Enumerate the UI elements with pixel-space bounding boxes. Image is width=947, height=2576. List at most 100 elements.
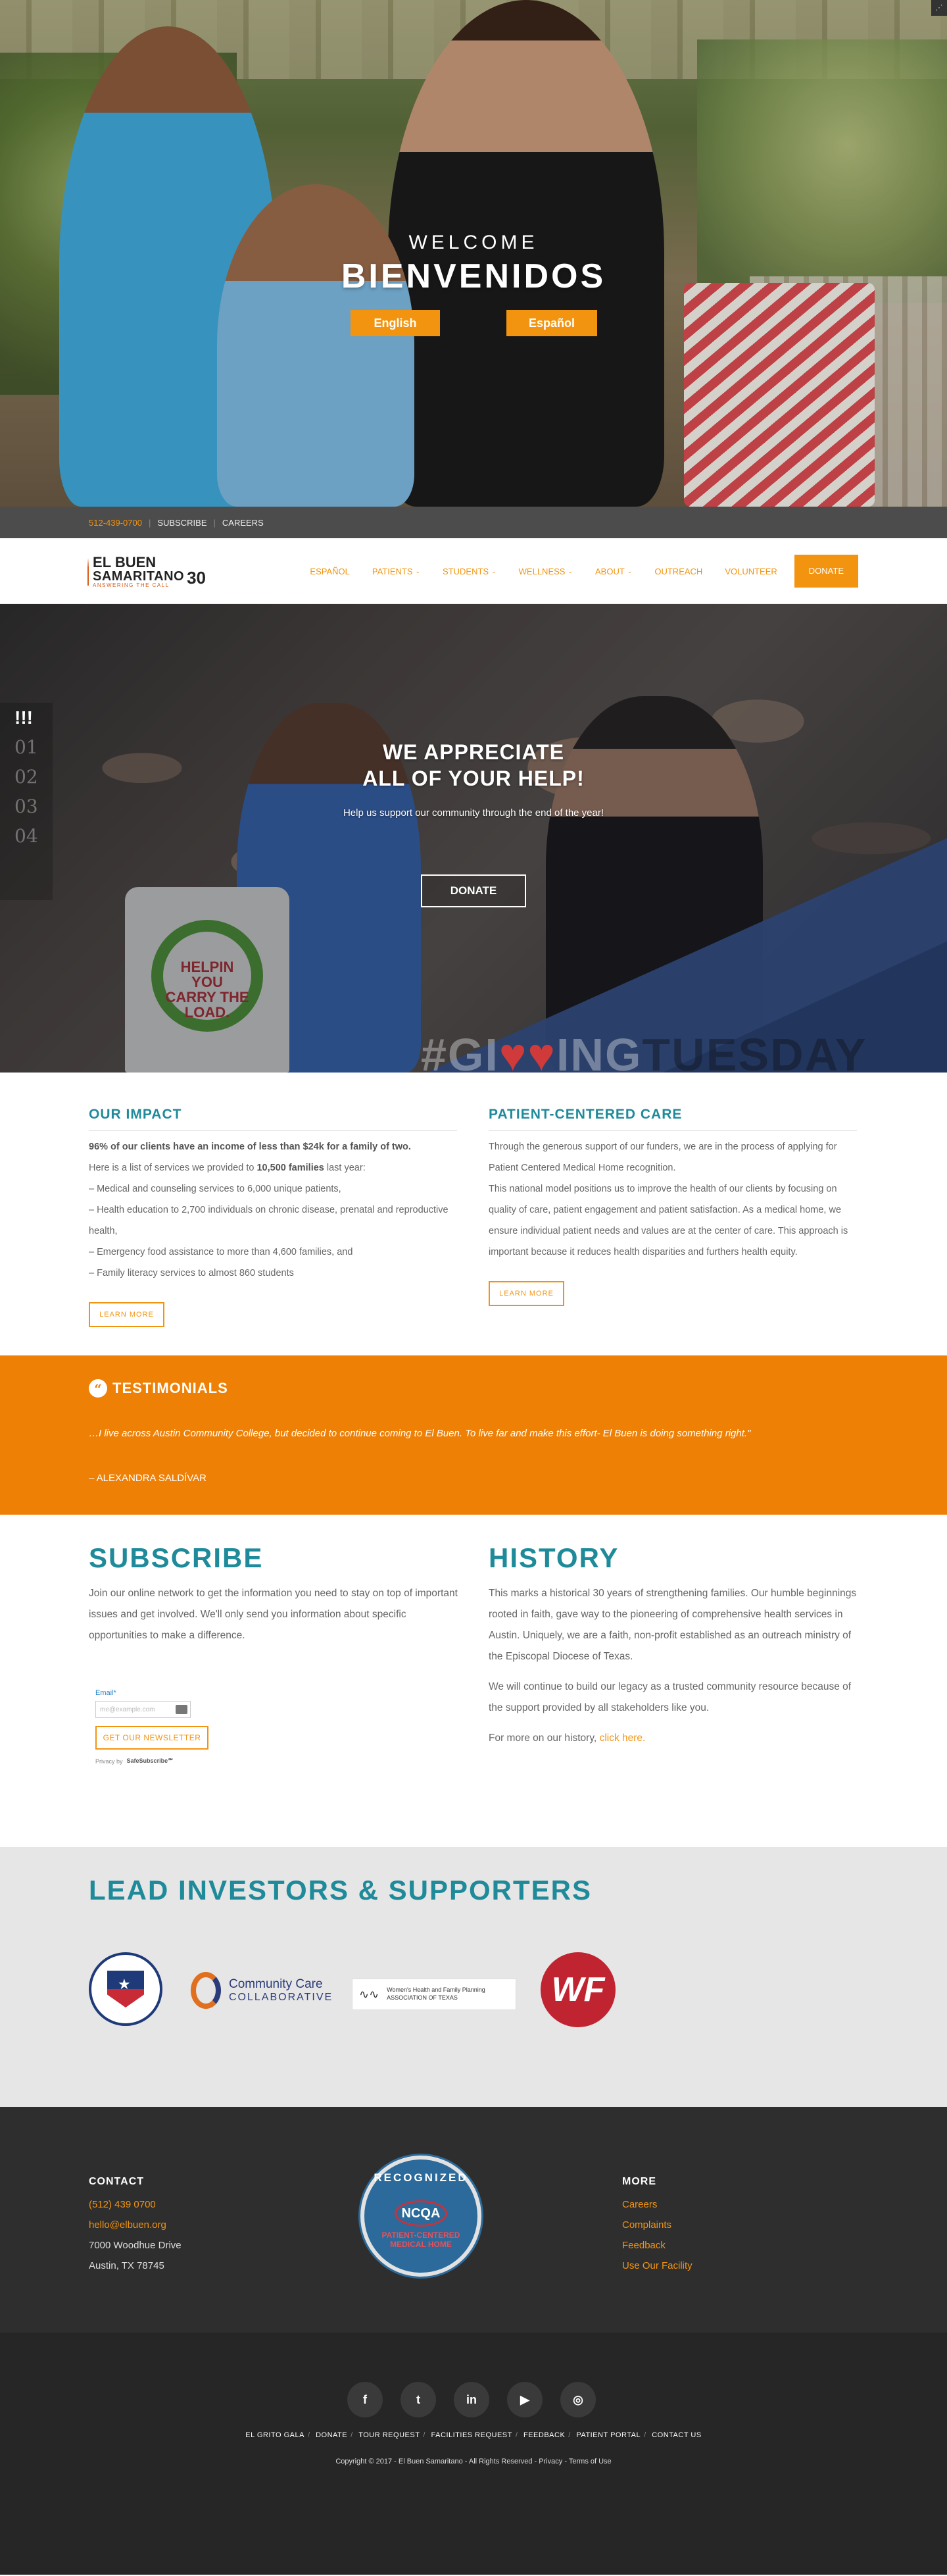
testimonial-quote: …I live across Austin Community College,… bbox=[89, 1428, 751, 1439]
main-nav: EL BUEN SAMARITANO ANSWERING THE CALL 30… bbox=[0, 538, 947, 604]
sponsor-whfp-logo[interactable]: ∿∿ Women's Health and Family Planning ASS… bbox=[352, 1979, 516, 2010]
subscribe-text: Join our online network to get the infor… bbox=[89, 1588, 458, 1641]
impact-intro-bold: 10,500 families bbox=[256, 1163, 324, 1173]
nav-item-espanol[interactable]: ESPAÑOL bbox=[310, 567, 349, 576]
impact-heading: OUR IMPACT bbox=[89, 1107, 457, 1131]
slide-donate-button[interactable]: DONATE bbox=[421, 874, 526, 907]
community-care-line1: Community Care bbox=[229, 1977, 323, 1991]
investors-section: LEAD INVESTORS & SUPPORTERS ★ Community … bbox=[0, 1847, 947, 2107]
nav-menu: ESPAÑOL PATIENTS ⌄ STUDENTS ⌄ WELLNESS ⌄ AB… bbox=[287, 538, 858, 604]
slide-title-line2: ALL OF YOUR HELP! bbox=[362, 767, 585, 790]
footer-bottom: f t in ▶ ◎ EL GRITO GALA / DONATE / TOUR R… bbox=[0, 2333, 947, 2575]
nav-item-wellness[interactable]: WELLNESS ⌄ bbox=[519, 567, 573, 576]
footer-address-line1: 7000 Woodhue Drive bbox=[89, 2240, 182, 2251]
logo-line1: EL BUEN bbox=[93, 554, 157, 570]
sponsor-wf-logo[interactable]: WF bbox=[541, 1952, 616, 2027]
nav-item-students[interactable]: STUDENTS ⌄ bbox=[443, 567, 497, 576]
badge-ncqa: NCQA bbox=[395, 2200, 447, 2227]
footer-phone-link[interactable]: (512) 439 0700 bbox=[89, 2194, 182, 2215]
footer-more-link[interactable]: Feedback bbox=[622, 2235, 692, 2256]
subscribe-column: SUBSCRIBE Join our online network to get… bbox=[89, 1542, 460, 1646]
impact-column: OUR IMPACT 96% of our clients have an in… bbox=[89, 1107, 457, 1327]
social-links: f t in ▶ ◎ bbox=[347, 2382, 614, 2417]
nav-item-label: ESPAÑOL bbox=[310, 566, 350, 576]
privacy-by: by bbox=[116, 1757, 123, 1765]
newsletter-form: Email* me@example.com GET OUR NEWSLETTER… bbox=[95, 1689, 227, 1765]
footer-more-link[interactable]: Careers bbox=[622, 2194, 692, 2215]
linkedin-icon[interactable]: in bbox=[454, 2382, 489, 2417]
history-paragraph-2: We will continue to build our legacy as … bbox=[489, 1681, 852, 1713]
care-heading: PATIENT-CENTERED CARE bbox=[489, 1107, 857, 1131]
youtube-icon[interactable]: ▶ bbox=[507, 2382, 543, 2417]
footer-link[interactable]: FACILITIES REQUEST bbox=[431, 2431, 512, 2439]
facebook-icon[interactable]: f bbox=[347, 2382, 383, 2417]
privacy-line: Privacy by SafeSubscribe℠ bbox=[95, 1757, 227, 1765]
history-paragraph-3: For more on our history, click here. bbox=[489, 1728, 860, 1749]
sponsor-city-of-austin-logo[interactable]: ★ bbox=[89, 1952, 162, 2026]
star-icon: ★ bbox=[118, 1976, 131, 1992]
footer-link[interactable]: CONTACT US bbox=[652, 2431, 702, 2439]
footer-link[interactable]: PATIENT PORTAL bbox=[576, 2431, 641, 2439]
care-body: Through the generous support of our fund… bbox=[489, 1136, 857, 1263]
footer-email-link[interactable]: hello@elbuen.org bbox=[89, 2215, 182, 2235]
footer-link-separator: / bbox=[515, 2431, 518, 2439]
sponsor-community-care-logo[interactable]: Community Care COLLABORATIVE bbox=[191, 1972, 333, 2009]
history-click-here-link[interactable]: click here. bbox=[600, 1732, 646, 1744]
logo-anniversary: 30 bbox=[187, 567, 206, 588]
investors-heading: LEAD INVESTORS & SUPPORTERS bbox=[89, 1875, 593, 1906]
twitter-icon[interactable]: t bbox=[401, 2382, 436, 2417]
nav-item-about[interactable]: ABOUT ⌄ bbox=[595, 567, 632, 576]
footer-address-line2: Austin, TX 78745 bbox=[89, 2260, 164, 2271]
impact-list-item: – Family literacy services to almost 860… bbox=[89, 1268, 294, 1278]
testimonials-header: “ TESTIMONIALS bbox=[89, 1379, 228, 1398]
slide-title-line1: WE APPRECIATE bbox=[382, 740, 565, 764]
nav-donate-button[interactable]: DONATE bbox=[794, 555, 858, 588]
subscribe-heading: SUBSCRIBE bbox=[89, 1542, 264, 1573]
slide-subtitle: Help us support our community through th… bbox=[343, 807, 604, 819]
espanol-button[interactable]: Español bbox=[506, 310, 597, 336]
givingtuesday-heart-icon: ♥♥ bbox=[498, 1029, 556, 1073]
slide-pager-item[interactable]: 04 bbox=[0, 821, 53, 851]
topbar-divider: | bbox=[148, 517, 151, 528]
topbar-phone-link[interactable]: 512-439-0700 bbox=[89, 518, 142, 528]
hero-slider: HELPIN YOU CARRY THE LOAD. #GI♥♥INGTUESD… bbox=[0, 604, 947, 1073]
topbar-divider: | bbox=[213, 517, 216, 528]
topbar-subscribe-link[interactable]: SUBSCRIBE bbox=[157, 518, 206, 528]
chevron-down-icon: ⌄ bbox=[415, 567, 421, 574]
site-logo[interactable]: EL BUEN SAMARITANO ANSWERING THE CALL 30 bbox=[87, 553, 206, 591]
footer-link-separator: / bbox=[351, 2431, 353, 2439]
topbar-careers-link[interactable]: CAREERS bbox=[222, 518, 264, 528]
footer-link[interactable]: FEEDBACK bbox=[523, 2431, 565, 2439]
subscribe-history-section: SUBSCRIBE Join our online network to get… bbox=[0, 1515, 947, 1847]
logo-tagline: ANSWERING THE CALL bbox=[93, 582, 170, 588]
nav-item-outreach[interactable]: OUTREACH bbox=[654, 567, 702, 576]
logo-house-icon bbox=[87, 558, 89, 586]
footer-link[interactable]: DONATE bbox=[316, 2431, 347, 2439]
footer-more-link[interactable]: Use Our Facility bbox=[622, 2256, 692, 2276]
corner-menu-icon[interactable]: ⋰ bbox=[931, 0, 947, 16]
nav-item-label: PATIENTS bbox=[372, 566, 413, 576]
testimonials-heading: TESTIMONIALS bbox=[112, 1380, 228, 1396]
slide-pager-item[interactable]: !!! bbox=[0, 703, 53, 732]
privacy-link[interactable]: Privacy bbox=[95, 1758, 115, 1765]
newsletter-button[interactable]: GET OUR NEWSLETTER bbox=[95, 1726, 208, 1750]
whfp-mark-icon: ∿∿ bbox=[359, 1987, 379, 2001]
care-column: PATIENT-CENTERED CARE Through the genero… bbox=[489, 1107, 857, 1306]
chevron-down-icon: ⌄ bbox=[491, 567, 497, 574]
impact-learn-more-button[interactable]: LEARN MORE bbox=[89, 1302, 164, 1327]
history-heading: HISTORY bbox=[489, 1542, 619, 1573]
nav-item-volunteer[interactable]: VOLUNTEER bbox=[725, 567, 777, 576]
instagram-icon[interactable]: ◎ bbox=[560, 2382, 596, 2417]
footer-more-link[interactable]: Complaints bbox=[622, 2215, 692, 2235]
quote-icon: “ bbox=[89, 1379, 107, 1398]
care-learn-more-button[interactable]: LEARN MORE bbox=[489, 1281, 564, 1306]
email-field[interactable]: me@example.com bbox=[95, 1701, 191, 1718]
nav-item-patients[interactable]: PATIENTS ⌄ bbox=[372, 567, 420, 576]
logo-text: EL BUEN SAMARITANO ANSWERING THE CALL bbox=[93, 555, 184, 588]
hero-welcome: WELCOME bbox=[408, 232, 539, 253]
footer-link[interactable]: TOUR REQUEST bbox=[358, 2431, 420, 2439]
whfp-line2: ASSOCIATION OF TEXAS bbox=[387, 1994, 458, 2001]
nav-item-label: VOLUNTEER bbox=[725, 566, 777, 576]
english-button[interactable]: English bbox=[351, 310, 440, 336]
footer-link[interactable]: EL GRITO GALA bbox=[245, 2431, 304, 2439]
